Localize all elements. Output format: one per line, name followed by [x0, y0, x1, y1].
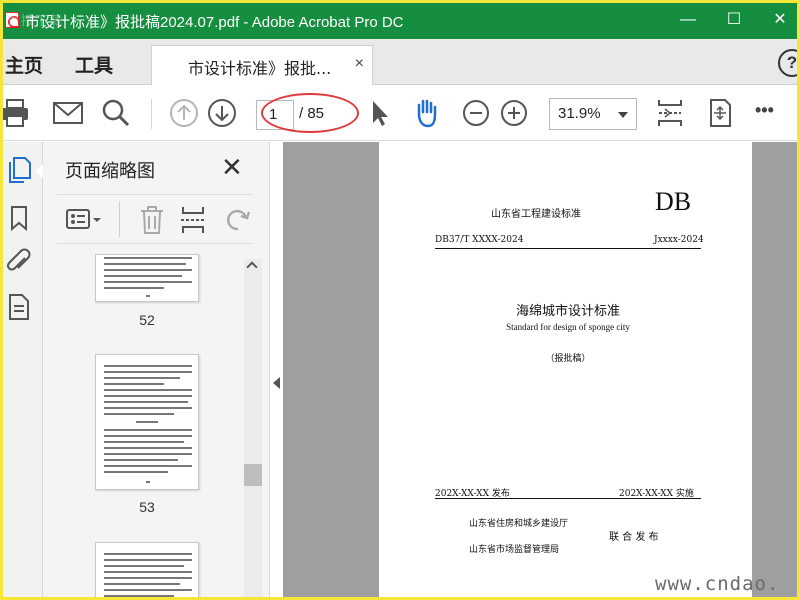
page-thumbnails-panel: 页面缩略图 ✕ 52 53: [43, 142, 269, 597]
document-title-en: Standard for design of sponge city: [506, 322, 630, 332]
scrollbar-thumb[interactable]: [244, 464, 262, 486]
document-title-cn: 海绵城市设计标准: [515, 304, 620, 319]
thumbnail-toolbar-divider: [119, 201, 120, 237]
thumbnail-options-icon[interactable]: [65, 207, 103, 233]
email-icon[interactable]: [51, 96, 85, 130]
delete-icon[interactable]: [139, 205, 165, 235]
code-badge: DB: [655, 187, 692, 216]
minimize-button[interactable]: —: [673, 7, 703, 33]
page-thumbnail-52[interactable]: [95, 254, 199, 302]
help-icon[interactable]: ?: [778, 49, 797, 77]
left-navigation-pane: [3, 142, 43, 597]
page-down-icon[interactable]: [205, 96, 239, 130]
joint-issue: 联 合 发 布: [609, 532, 659, 543]
document-status: （报批稿）: [545, 354, 591, 364]
page-thumbnail-53[interactable]: [95, 354, 199, 490]
thumbnail-page-number: 52: [139, 312, 155, 328]
thumbnail-page-number: 53: [139, 499, 155, 515]
scroll-up-icon[interactable]: [246, 261, 258, 273]
select-cursor-icon[interactable]: [363, 96, 397, 130]
zoom-out-icon[interactable]: [459, 96, 493, 130]
document-viewer[interactable]: 山东省工程建设标准 DB DB37/T XXXX-2024 Jxxxx-2024…: [283, 142, 797, 597]
active-pane-indicator: [35, 164, 43, 178]
watermark-text: 直接下载: [7, 14, 64, 29]
zoom-dropdown[interactable]: 31.9%: [549, 98, 637, 130]
record-number: Jxxxx-2024: [654, 235, 704, 245]
tab-tools[interactable]: 工具: [75, 51, 113, 78]
panel-splitter[interactable]: [269, 142, 283, 597]
close-panel-button[interactable]: ✕: [221, 152, 243, 183]
standard-category: 山东省工程建设标准: [491, 209, 581, 220]
close-window-button[interactable]: ✕: [765, 7, 795, 33]
rotate-icon[interactable]: [223, 205, 253, 235]
issuer-1: 山东省住房和城乡建设厅: [469, 519, 569, 529]
bookmark-icon[interactable]: [7, 204, 31, 232]
site-watermark: www.cndao.: [655, 573, 780, 595]
footer-rule: [435, 498, 701, 499]
standard-number: DB37/T XXXX-2024: [435, 235, 524, 245]
more-icon[interactable]: •••: [755, 100, 774, 121]
issuer-2: 山东省市场监督管理局: [469, 545, 560, 555]
document-page: 山东省工程建设标准 DB DB37/T XXXX-2024 Jxxxx-2024…: [379, 142, 752, 597]
page-up-icon[interactable]: [167, 96, 201, 130]
header-rule: [435, 248, 701, 249]
annotation-circle: [261, 93, 359, 133]
tab-bar: 主页 工具 市设计标准》报批... × ?: [3, 39, 797, 85]
panel-title: 页面缩略图: [65, 161, 155, 182]
zoom-value: 31.9%: [558, 105, 601, 122]
fit-page-icon[interactable]: [653, 96, 687, 130]
document-tab-label: 市设计标准》报批...: [188, 59, 332, 78]
document-tab[interactable]: 市设计标准》报批... ×: [151, 45, 373, 85]
window-title: 市设计标准》报批稿2024.07.pdf - Adobe Acrobat Pro…: [25, 14, 404, 31]
hand-icon[interactable]: [410, 96, 444, 130]
search-icon[interactable]: [99, 96, 133, 130]
insert-page-icon[interactable]: [179, 205, 207, 235]
document-properties-icon[interactable]: [7, 292, 31, 322]
app-window: 市设计标准》报批稿2024.07.pdf - Adobe Acrobat Pro…: [3, 3, 797, 597]
print-icon[interactable]: [3, 96, 33, 130]
attachment-icon[interactable]: [6, 248, 32, 276]
maximize-button[interactable]: ☐: [719, 7, 749, 33]
toolbar-divider: [151, 99, 152, 129]
pages-icon[interactable]: [6, 156, 32, 186]
document-tab-close-button[interactable]: ×: [355, 55, 364, 73]
toolbar: 1 / 85 31.9% •••: [3, 86, 797, 141]
thumbnail-toolbar: [57, 194, 253, 244]
title-bar: 市设计标准》报批稿2024.07.pdf - Adobe Acrobat Pro…: [3, 3, 797, 39]
page-thumbnail-54[interactable]: [95, 542, 199, 597]
collapse-panel-icon[interactable]: [273, 377, 280, 389]
zoom-in-icon[interactable]: [497, 96, 531, 130]
thumbnail-scrollbar[interactable]: [244, 259, 262, 597]
chevron-down-icon: [618, 112, 628, 118]
fullscreen-icon[interactable]: [703, 96, 737, 130]
tab-home[interactable]: 主页: [5, 51, 43, 78]
